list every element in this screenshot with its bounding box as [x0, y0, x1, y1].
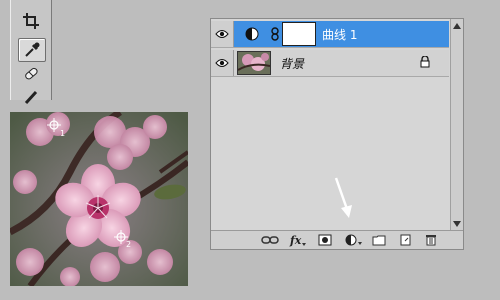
layers-footer: fx [211, 230, 463, 249]
new-layer-icon [400, 234, 411, 246]
adjustment-icon [345, 234, 362, 246]
layers-scrollbar[interactable] [450, 19, 463, 231]
eye-icon [215, 59, 229, 67]
eye-icon [215, 30, 229, 38]
adjustment-layer-icon [245, 27, 259, 41]
layer-name[interactable]: 背景 [280, 55, 304, 72]
new-layer-button[interactable] [399, 233, 411, 247]
scroll-up-button[interactable] [451, 20, 463, 32]
layer-name[interactable]: 曲线 1 [322, 26, 357, 43]
layer-mask-thumbnail[interactable] [282, 22, 316, 46]
dropdown-arrow-icon [302, 242, 307, 246]
folder-icon [372, 235, 386, 246]
trash-icon [426, 235, 436, 246]
layer-style-button[interactable]: fx [290, 233, 307, 247]
new-adjustment-layer-button[interactable] [345, 233, 363, 247]
brush-icon [24, 90, 38, 104]
arrow-down-icon [453, 221, 461, 227]
visibility-toggle[interactable] [211, 50, 234, 76]
cherry-blossom-photo: 1 2 [10, 112, 188, 286]
layer-row-background[interactable]: 背景 [211, 50, 449, 77]
mask-icon [318, 234, 332, 246]
chain-link-icon[interactable] [271, 27, 279, 41]
delete-layer-button[interactable] [425, 233, 437, 247]
sampler-label-2: 2 [126, 240, 131, 249]
link-layers-button[interactable] [261, 233, 279, 247]
lock-icon [420, 56, 430, 68]
thumbnail-image [238, 52, 270, 74]
arrow-up-icon [453, 23, 461, 29]
eyedropper-tool-button[interactable] [18, 38, 46, 62]
crop-icon [23, 13, 39, 29]
add-mask-button[interactable] [318, 233, 332, 247]
eyedropper-icon [25, 42, 40, 57]
layer-thumbnail[interactable] [237, 51, 271, 75]
document-canvas[interactable]: 1 2 [10, 112, 188, 286]
link-icon [261, 236, 279, 244]
sampler-label-1: 1 [60, 129, 65, 138]
healing-brush-icon [25, 67, 38, 80]
layer-row-curves[interactable]: 曲线 1 [211, 21, 449, 48]
annotation-arrow-icon [334, 177, 352, 218]
new-group-button[interactable] [372, 233, 386, 247]
crop-tool-button[interactable] [18, 10, 44, 32]
fx-label: fx [290, 233, 302, 247]
brush-tool-button[interactable] [18, 86, 44, 108]
healing-brush-tool-button[interactable] [18, 63, 44, 85]
tools-panel [10, 0, 52, 104]
visibility-toggle[interactable] [211, 21, 234, 47]
scroll-down-button[interactable] [451, 218, 463, 230]
